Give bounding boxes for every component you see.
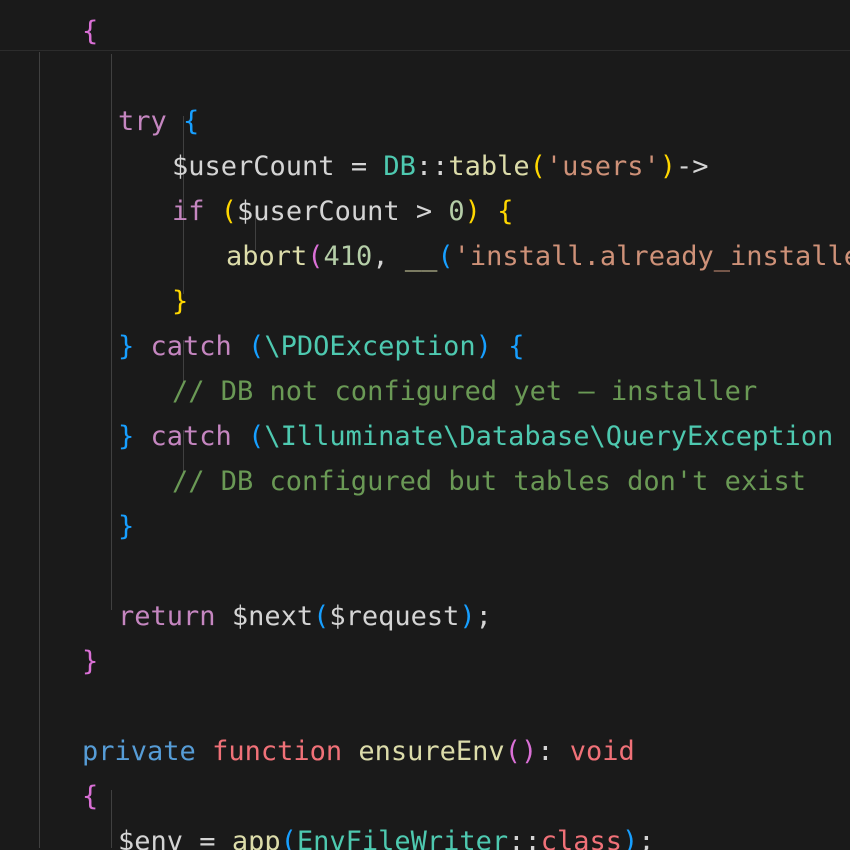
code-token: ( xyxy=(313,601,330,632)
indent-guide xyxy=(111,790,112,848)
code-token: ensureEnv xyxy=(358,736,505,767)
code-token: catch xyxy=(150,421,232,452)
code-token: ( xyxy=(437,241,454,272)
code-token: __ xyxy=(404,241,438,272)
code-line[interactable]: // DB not configured yet — installer xyxy=(172,369,757,414)
code-token: ( xyxy=(220,196,238,227)
code-token: 'users' xyxy=(545,151,660,182)
code-token: :: xyxy=(508,826,541,850)
sticky-scroll-divider xyxy=(0,50,850,51)
code-token: } xyxy=(118,421,135,452)
code-token: = xyxy=(334,151,384,182)
code-token: { xyxy=(508,331,525,362)
code-editor[interactable]: {try {$userCount = DB::table('users')-> i… xyxy=(0,0,850,850)
code-token: if xyxy=(172,196,205,227)
code-token: } xyxy=(82,646,99,677)
code-line[interactable]: try { xyxy=(118,99,199,144)
code-token: { xyxy=(82,16,99,47)
code-token: DB xyxy=(383,151,416,182)
code-token: ) xyxy=(464,196,481,227)
code-token: 410 xyxy=(323,241,373,272)
code-token: ( xyxy=(280,826,297,850)
code-token: > xyxy=(399,196,449,227)
code-token: private xyxy=(82,736,196,767)
indent-guide xyxy=(39,52,40,848)
code-line[interactable]: return $next($request); xyxy=(118,594,492,639)
code-line[interactable]: { xyxy=(82,9,98,54)
code-token: : xyxy=(537,736,570,767)
code-token: ) xyxy=(659,151,676,182)
code-token: ( xyxy=(529,151,546,182)
code-token: abort xyxy=(226,241,308,272)
code-line[interactable]: // DB configured but tables don't exist xyxy=(172,459,806,504)
code-token: = xyxy=(183,826,232,850)
code-token: // DB configured but tables don't exist xyxy=(172,466,806,497)
code-token: try xyxy=(118,106,167,137)
code-line[interactable]: abort(410, __('install.already_installed… xyxy=(226,234,850,279)
code-token: return xyxy=(118,601,216,632)
code-token: } xyxy=(172,286,189,317)
code-token: 'install.already_installed' xyxy=(453,241,850,272)
indent-guide xyxy=(111,54,112,610)
code-token: , xyxy=(372,241,405,272)
code-token: ( xyxy=(307,241,324,272)
code-line[interactable]: } xyxy=(118,504,134,549)
code-token: EnvFileWriter xyxy=(296,826,509,850)
code-token: } xyxy=(118,331,135,362)
code-token: $userCount xyxy=(237,196,400,227)
code-line[interactable]: $env = app(EnvFileWriter::class); xyxy=(118,819,655,850)
code-token: table xyxy=(448,151,530,182)
code-token: ( xyxy=(248,331,265,362)
code-line[interactable]: private function ensureEnv(): void xyxy=(82,729,635,774)
code-token: ( xyxy=(504,736,521,767)
code-token: } xyxy=(118,511,135,542)
code-token: 0 xyxy=(448,196,465,227)
code-token: function xyxy=(212,736,343,767)
code-line[interactable]: $userCount = DB::table('users')-> xyxy=(172,144,709,189)
code-token: \Illuminate\Database\QueryException xyxy=(264,421,834,452)
code-token: ) xyxy=(621,826,639,850)
code-line[interactable]: } catch (\Illuminate\Database\QueryExcep… xyxy=(118,414,833,459)
code-token: $env xyxy=(118,826,184,850)
code-token: app xyxy=(231,826,281,850)
code-token: \PDOException xyxy=(264,331,476,362)
code-token: $request xyxy=(329,601,460,632)
code-token: { xyxy=(183,106,200,137)
code-token: $next xyxy=(231,601,314,632)
code-token: { xyxy=(82,781,99,812)
code-token: ; xyxy=(638,826,655,850)
code-token: :: xyxy=(415,151,449,182)
code-token: -> xyxy=(675,151,709,182)
code-line[interactable]: } xyxy=(172,279,188,324)
code-token: class xyxy=(540,826,622,850)
code-line[interactable]: { xyxy=(82,774,98,819)
code-line[interactable]: if ($userCount > 0) { xyxy=(172,189,513,234)
code-token: ) xyxy=(459,601,476,632)
code-token: ; xyxy=(475,601,492,632)
code-token: void xyxy=(569,736,635,767)
code-token: $userCount xyxy=(172,151,335,182)
code-line[interactable]: } xyxy=(82,639,98,684)
code-token: ) xyxy=(520,736,538,767)
code-token: { xyxy=(497,196,514,227)
code-line[interactable]: } catch (\PDOException) { xyxy=(118,324,524,369)
code-token: ( xyxy=(248,421,265,452)
code-token: catch xyxy=(150,331,232,362)
code-token: ) xyxy=(475,331,492,362)
code-token: // DB not configured yet — installer xyxy=(172,376,758,407)
